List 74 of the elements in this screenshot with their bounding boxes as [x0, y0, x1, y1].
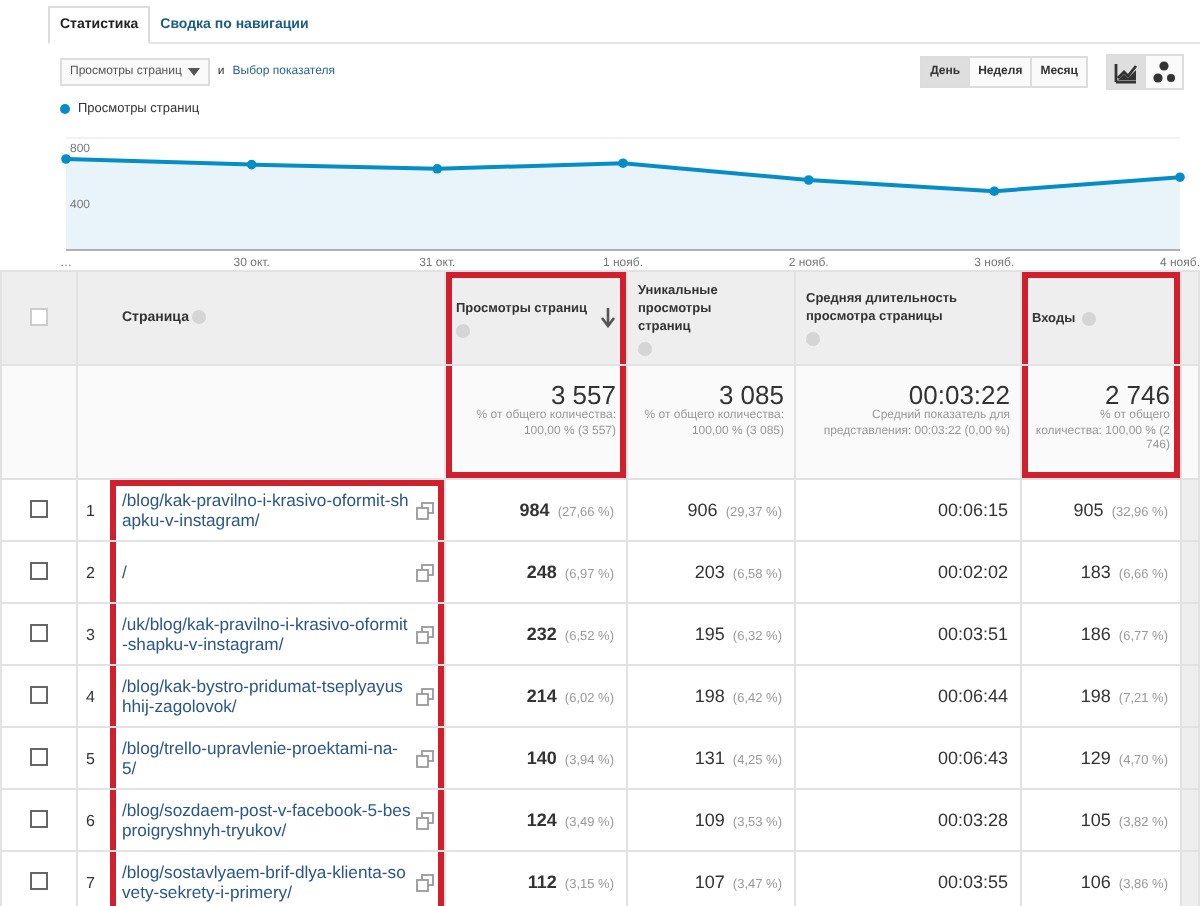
cell-value: 00:03:28 [937, 810, 1008, 830]
row-number: 1 [84, 499, 97, 523]
bubbles-icon [1152, 60, 1176, 84]
total-value: 3 557 [548, 380, 616, 410]
open-page-icon[interactable] [416, 811, 434, 829]
cell-value: 106 [1080, 872, 1111, 892]
select-all-checkbox[interactable] [30, 307, 48, 325]
cell-value: 105 [1080, 810, 1111, 830]
open-page-icon[interactable] [416, 749, 434, 767]
page-link[interactable]: /blog/sozdaem-post-v-facebook-5-besproigryshnyh-tryukov/ [122, 800, 412, 840]
open-page-icon[interactable] [416, 563, 434, 581]
cell-value: 00:06:44 [937, 686, 1008, 706]
cell-value: 129 [1080, 748, 1111, 768]
cell-value: 186 [1080, 624, 1111, 644]
data-point [246, 159, 257, 170]
data-point [989, 186, 1000, 196]
row-checkbox[interactable] [30, 685, 48, 703]
row-number: 3 [84, 623, 97, 647]
total-value: 3 085 [716, 380, 784, 410]
cell-value: 00:02:02 [937, 562, 1008, 582]
row-number: 6 [84, 809, 97, 833]
cell-value: 906 [687, 500, 718, 520]
data-point [432, 164, 443, 174]
page-link[interactable]: /blog/trello-upravlenie-proektami-na-5/ [122, 738, 412, 778]
cell-value: 140 [526, 748, 557, 768]
cell-value: 00:06:15 [937, 500, 1008, 520]
cell-value: 214 [526, 686, 557, 706]
row-number: 7 [84, 871, 97, 895]
row-checkbox[interactable] [30, 499, 48, 517]
open-page-icon[interactable] [416, 873, 434, 891]
cell-value: 198 [694, 686, 725, 706]
row-checkbox[interactable] [30, 747, 48, 765]
cell-value: 195 [694, 624, 725, 644]
data-point [1175, 172, 1185, 182]
line-chart-button[interactable] [1106, 54, 1146, 90]
cell-value: 198 [1080, 686, 1111, 706]
row-checkbox[interactable] [30, 809, 48, 827]
cell-value: 109 [694, 810, 725, 830]
row-number: 4 [84, 685, 97, 709]
cell-value: 248 [526, 562, 557, 582]
open-page-icon[interactable] [416, 625, 434, 643]
cell-value: 00:06:43 [937, 748, 1008, 768]
cell-value: 131 [694, 748, 725, 768]
cell-value: 107 [694, 872, 725, 892]
page-link[interactable]: /blog/kak-pravilno-i-krasivo-oformit-shapku-v-instagram/ [122, 490, 412, 530]
row-checkbox[interactable] [30, 561, 48, 579]
page-link[interactable]: /blog/sostavlyaem-brif-dlya-klienta-sovety-sekrety-i-primery/ [122, 862, 412, 902]
data-point [618, 158, 628, 168]
bubble-chart-button[interactable] [1144, 54, 1184, 90]
open-page-icon[interactable] [416, 687, 434, 705]
row-checkbox[interactable] [30, 623, 48, 641]
cell-value: 112 [527, 872, 557, 892]
cell-value: 905 [1073, 500, 1104, 520]
sort-arrow-icon[interactable] [600, 308, 616, 328]
page-link[interactable]: / [122, 562, 412, 582]
line-chart-icon [1114, 60, 1138, 84]
cell-value: 203 [694, 562, 725, 582]
row-checkbox[interactable] [30, 871, 48, 889]
total-value: 2 746 [1104, 380, 1170, 410]
cell-value: 124 [526, 810, 557, 830]
cell-value: 183 [1080, 562, 1111, 582]
cell-value: 984 [519, 500, 550, 520]
caret-icon [187, 68, 200, 76]
cell-value: 232 [526, 624, 557, 644]
row-number: 2 [84, 561, 97, 585]
cell-value: 00:03:55 [937, 872, 1008, 892]
row-number: 5 [84, 747, 97, 771]
cell-value: 00:03:51 [937, 624, 1008, 644]
data-point [803, 175, 814, 185]
page-link[interactable]: /blog/kak-bystro-pridumat-tseplyayushhij-zagolovok/ [122, 676, 412, 716]
total-value: 00:03:22 [908, 380, 1010, 410]
page-link[interactable]: /uk/blog/kak-pravilno-i-krasivo-oformit-shapku-v-instagram/ [122, 614, 412, 654]
data-point [61, 154, 71, 164]
open-page-icon[interactable] [416, 501, 434, 519]
